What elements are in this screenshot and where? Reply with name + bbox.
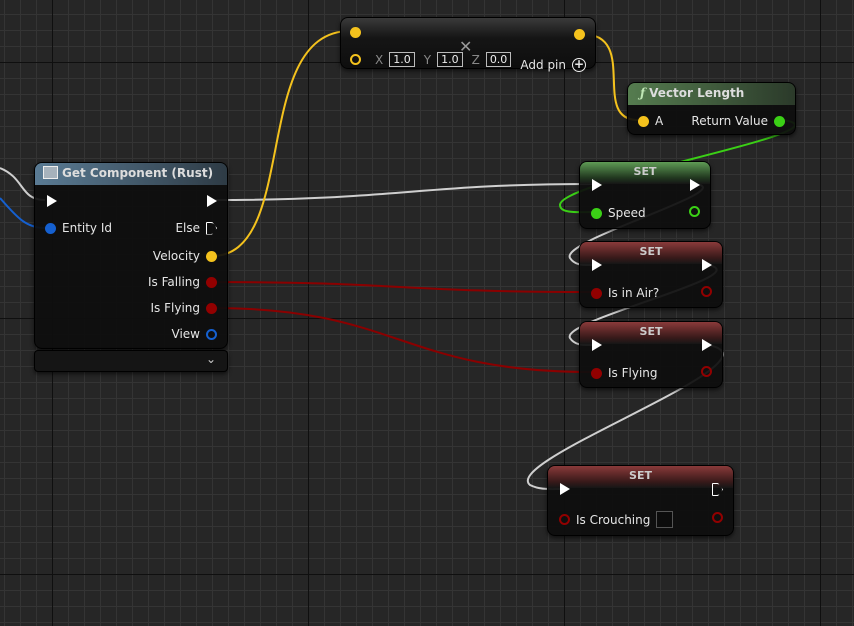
exec-icon <box>702 339 712 351</box>
speed-dot[interactable] <box>591 207 602 219</box>
node-title: Vector Length <box>649 86 745 100</box>
speed-output-pin[interactable] <box>689 206 700 217</box>
speed-input-pin[interactable]: Speed <box>591 206 646 220</box>
exec-input-pin[interactable] <box>592 179 602 191</box>
z-label: Z <box>471 52 480 67</box>
vector-input-pin-2[interactable] <box>350 54 361 65</box>
exec-icon <box>47 195 57 207</box>
entity-pin-dot[interactable] <box>45 222 56 234</box>
exec-output-pin[interactable] <box>690 179 700 191</box>
exec-icon <box>592 259 602 271</box>
bool-output-dot[interactable] <box>701 366 712 377</box>
exec-output-pin[interactable] <box>712 483 723 496</box>
a-pin[interactable]: A <box>638 114 663 128</box>
velocity-pin[interactable]: Velocity <box>153 249 217 263</box>
advanced-expand-button[interactable]: ⌄ <box>34 350 228 372</box>
x-label: X <box>375 52 384 67</box>
exec-hollow-icon <box>712 483 723 496</box>
is-in-air-input-pin[interactable]: Is in Air? <box>591 286 659 300</box>
entity-id-label: Entity Id <box>62 221 113 235</box>
exec-input-pin[interactable] <box>592 339 602 351</box>
node-header: SET <box>548 466 733 488</box>
add-pin-button[interactable]: Add pin + <box>520 58 586 72</box>
exec-output-pin[interactable] <box>702 339 712 351</box>
vector-length-node[interactable]: ƒ Vector Length A Return Value <box>627 82 796 135</box>
is-falling-dot[interactable] <box>206 276 217 288</box>
node-title: Get Component (Rust) <box>62 166 214 180</box>
return-label: Return Value <box>691 114 768 128</box>
plus-circle-icon: + <box>572 57 586 72</box>
is-flying-input-pin[interactable]: Is Flying <box>591 366 658 380</box>
is-flying-label: Is Flying <box>608 366 658 380</box>
exec-output-pin[interactable] <box>207 195 217 207</box>
is-falling-label: Is Falling <box>148 275 200 289</box>
exec-input-pin[interactable] <box>592 259 602 271</box>
set-speed-node[interactable]: SET Speed <box>579 161 711 229</box>
x-field[interactable]: 1.0 <box>389 52 415 67</box>
bool-output-dot[interactable] <box>712 512 723 523</box>
vector-input-pin[interactable] <box>350 27 361 38</box>
component-icon <box>43 166 58 179</box>
bool-dot[interactable] <box>591 287 602 299</box>
is-falling-pin[interactable]: Is Falling <box>148 275 217 289</box>
speed-label: Speed <box>608 206 646 220</box>
velocity-dot[interactable] <box>206 250 217 262</box>
exec-input-pin[interactable] <box>560 483 570 495</box>
return-value-pin[interactable]: Return Value <box>691 114 785 128</box>
exec-icon <box>592 339 602 351</box>
entity-id-pin[interactable]: Entity Id <box>45 221 112 235</box>
exec-icon <box>592 179 602 191</box>
wire-falling <box>211 281 593 293</box>
view-pin[interactable]: View <box>172 327 217 341</box>
y-label: Y <box>423 52 432 67</box>
else-pin[interactable]: Else <box>175 221 217 235</box>
is-flying-dot[interactable] <box>206 302 217 314</box>
function-icon: ƒ <box>640 86 646 100</box>
velocity-label: Velocity <box>152 249 200 263</box>
make-vector-node[interactable]: ✕ X 1.0 Y 1.0 Z 0.0 Add pin + <box>340 17 596 72</box>
set-is-flying-node[interactable]: SET Is Flying <box>579 321 723 388</box>
exec-icon <box>702 259 712 271</box>
exec-icon <box>560 483 570 495</box>
is-crouching-input-pin[interactable]: Is Crouching <box>559 511 674 528</box>
wire-exec-getcomp-speed <box>214 183 593 201</box>
is-flying-pin[interactable]: Is Flying <box>150 301 217 315</box>
is-in-air-output-pin[interactable] <box>701 286 712 297</box>
set-is-crouching-node[interactable]: SET Is Crouching <box>547 465 734 536</box>
return-pin-dot[interactable] <box>774 115 785 127</box>
get-component-node[interactable]: Get Component (Rust) Entity Id Else Velo… <box>34 162 228 349</box>
is-crouching-checkbox[interactable] <box>656 511 674 528</box>
set-is-in-air-node[interactable]: SET Is in Air? <box>579 241 723 308</box>
is-crouching-label: Is Crouching <box>576 512 651 527</box>
y-field[interactable]: 1.0 <box>437 52 463 67</box>
node-header: ƒ Vector Length <box>628 83 795 105</box>
a-label: A <box>655 114 664 128</box>
is-flying-output-pin[interactable] <box>701 366 712 377</box>
bool-dot[interactable] <box>559 514 570 525</box>
vector-output-pin[interactable] <box>574 29 585 40</box>
vector-pin-row: X 1.0 Y 1.0 Z 0.0 <box>350 52 514 67</box>
view-label: View <box>171 327 200 341</box>
exec-output-pin[interactable] <box>702 259 712 271</box>
z-field[interactable]: 0.0 <box>485 52 512 67</box>
is-in-air-label: Is in Air? <box>608 286 660 300</box>
wire-flying <box>211 307 593 373</box>
node-header: Get Component (Rust) <box>35 163 227 185</box>
exec-icon <box>207 195 217 207</box>
speed-output-dot[interactable] <box>689 206 700 217</box>
view-dot[interactable] <box>206 328 217 340</box>
bool-dot[interactable] <box>591 367 602 379</box>
bool-output-dot[interactable] <box>701 286 712 297</box>
chevron-down-icon: ⌄ <box>205 352 216 366</box>
else-label: Else <box>175 221 200 235</box>
wire-velocity <box>211 30 351 257</box>
is-crouching-output-pin[interactable] <box>712 512 723 523</box>
a-pin-dot[interactable] <box>638 115 649 127</box>
exec-icon <box>690 179 700 191</box>
exec-input-pin[interactable] <box>47 195 57 207</box>
add-pin-label: Add pin <box>520 58 566 72</box>
exec-hollow-icon <box>206 221 217 235</box>
is-flying-label: Is Flying <box>150 301 201 315</box>
